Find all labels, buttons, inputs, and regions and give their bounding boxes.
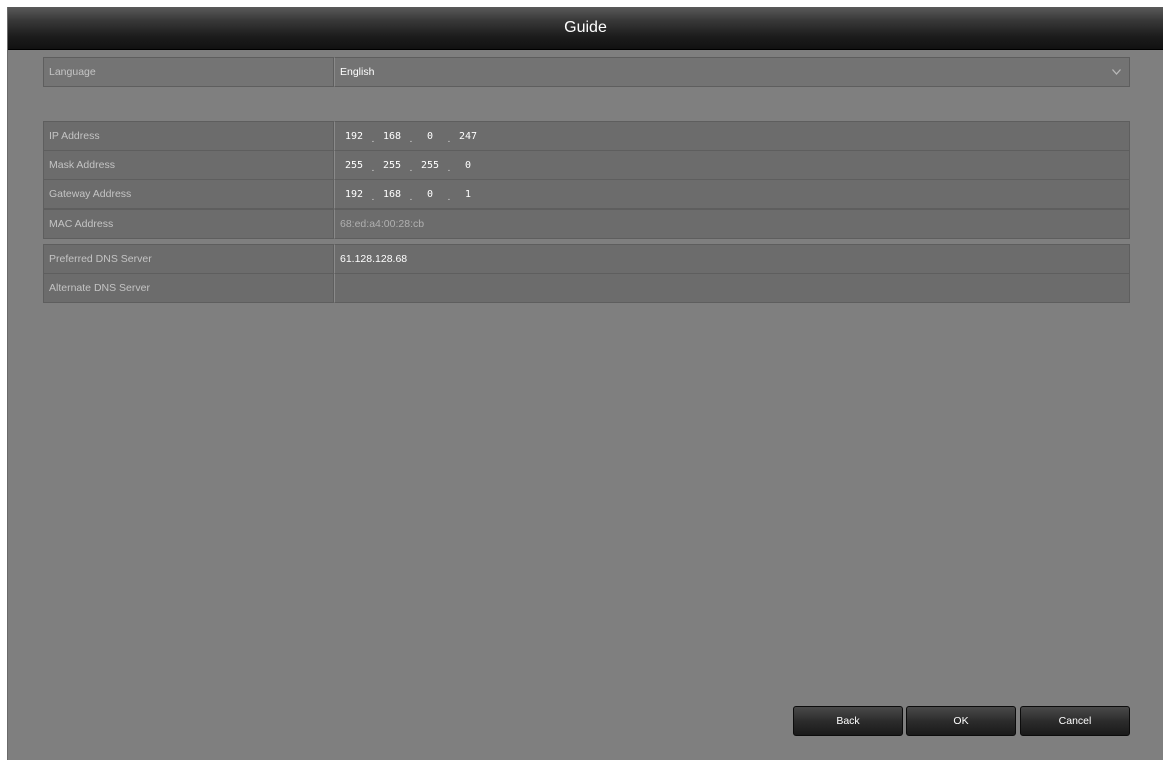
octet-separator: . xyxy=(409,191,413,203)
ip-address-field[interactable]: 192. 168. 0. 247 xyxy=(334,121,1130,151)
preferred-dns-row: Preferred DNS Server 61.128.128.68 xyxy=(43,244,1130,274)
octet-separator: . xyxy=(447,191,451,203)
gateway-octet-3[interactable]: 0 xyxy=(416,180,444,209)
mask-address-field[interactable]: 255. 255. 255. 0 xyxy=(334,150,1130,180)
gateway-address-field[interactable]: 192. 168. 0. 1 xyxy=(334,179,1130,209)
ip-octet-3[interactable]: 0 xyxy=(416,122,444,151)
mask-address-row: Mask Address 255. 255. 255. 0 xyxy=(43,150,1130,180)
back-button[interactable]: Back xyxy=(793,706,903,736)
window-title: Guide xyxy=(8,7,1163,50)
gateway-address-row: Gateway Address 192. 168. 0. 1 xyxy=(43,179,1130,209)
preferred-dns-label: Preferred DNS Server xyxy=(43,244,334,274)
ok-button[interactable]: OK xyxy=(906,706,1016,736)
ip-octet-2[interactable]: 168 xyxy=(378,122,406,151)
ip-address-row: IP Address 192. 168. 0. 247 xyxy=(43,121,1130,151)
gateway-address-label: Gateway Address xyxy=(43,179,334,209)
preferred-dns-input[interactable]: 61.128.128.68 xyxy=(334,244,1130,274)
chevron-down-icon xyxy=(1112,69,1121,75)
mask-address-label: Mask Address xyxy=(43,150,334,180)
octet-separator: . xyxy=(371,191,375,203)
mac-address-row: MAC Address 68:ed:a4:00:28:cb xyxy=(43,209,1130,239)
mac-address-value: 68:ed:a4:00:28:cb xyxy=(334,209,1130,239)
gateway-octet-4[interactable]: 1 xyxy=(454,180,482,209)
mac-address-label: MAC Address xyxy=(43,209,334,239)
ip-address-label: IP Address xyxy=(43,121,334,151)
alternate-dns-label: Alternate DNS Server xyxy=(43,273,334,303)
ip-octet-4[interactable]: 247 xyxy=(454,122,482,151)
guide-window: Guide Language English IP Address 192. 16… xyxy=(7,7,1163,760)
mask-octet-3[interactable]: 255 xyxy=(416,151,444,180)
alternate-dns-row: Alternate DNS Server xyxy=(43,273,1130,303)
cancel-button[interactable]: Cancel xyxy=(1020,706,1130,736)
gateway-octet-2[interactable]: 168 xyxy=(378,180,406,209)
language-select[interactable]: English xyxy=(334,57,1130,87)
language-value: English xyxy=(340,66,375,78)
language-row: Language English xyxy=(43,57,1130,87)
alternate-dns-input[interactable] xyxy=(334,273,1130,303)
ip-octet-1[interactable]: 192 xyxy=(340,122,368,151)
mask-octet-2[interactable]: 255 xyxy=(378,151,406,180)
mask-octet-4[interactable]: 0 xyxy=(454,151,482,180)
mask-octet-1[interactable]: 255 xyxy=(340,151,368,180)
language-label: Language xyxy=(43,57,334,87)
gateway-octet-1[interactable]: 192 xyxy=(340,180,368,209)
